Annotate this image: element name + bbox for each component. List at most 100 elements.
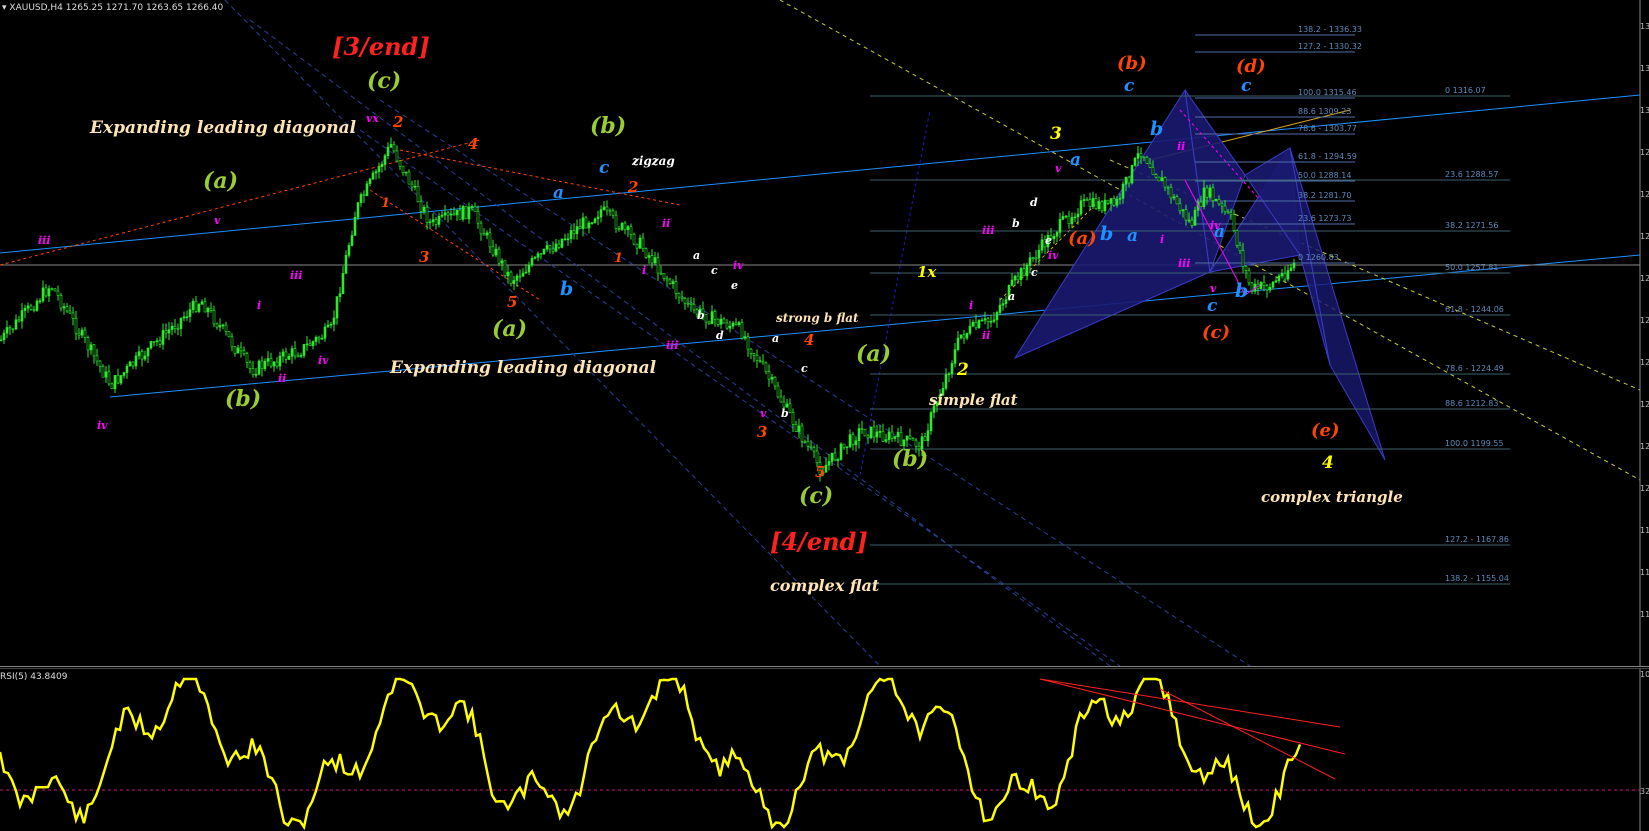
ohlc-values: 1265.25 1271.70 1263.65 1266.40 (65, 3, 224, 13)
candle-body (809, 445, 813, 448)
candle-body (1130, 165, 1134, 184)
wave-label: ii (982, 329, 991, 342)
fib-level-label: 23.6 1288.57 (1445, 170, 1499, 179)
candle-body (1247, 270, 1251, 284)
price-axis-tick: 12 (1640, 190, 1649, 199)
candle-body (1259, 282, 1263, 289)
price-axis-tick: 13 (1640, 106, 1649, 115)
candle-body (86, 337, 90, 351)
candle-body (227, 331, 231, 338)
candle-body (617, 228, 621, 231)
candle-body (596, 216, 600, 219)
wave-label: complex triangle (1261, 488, 1403, 506)
candle-body (887, 431, 891, 440)
candle-body (365, 183, 369, 196)
wave-label: [4/end] (770, 527, 868, 556)
candle-body (38, 300, 42, 303)
wave-label: b (781, 407, 789, 420)
candle-body (764, 362, 768, 372)
candle-body (677, 293, 681, 298)
wave-label: (c) (799, 483, 834, 509)
fib-level-label: 0 1260.83 (1298, 253, 1339, 262)
wave-label: iv (1048, 249, 1059, 262)
wave-label: v (1055, 162, 1062, 175)
candle-body (278, 355, 282, 367)
candle-body (332, 317, 336, 325)
candle-body (326, 324, 330, 328)
candle-body (230, 336, 234, 348)
candle-body (218, 325, 222, 328)
wave-label: ii (278, 372, 287, 385)
chart-menu-icon[interactable]: ▾ (2, 3, 7, 13)
wave-label: [3/end] (332, 32, 430, 61)
candle-body (236, 347, 240, 354)
candle-body (305, 343, 309, 346)
candle-body (338, 293, 342, 297)
candle-body (815, 450, 819, 463)
price-axis-tick: 12 (1640, 400, 1649, 409)
candle-body (239, 347, 243, 352)
wave-label: a (772, 332, 780, 345)
candle-body (758, 360, 762, 362)
candle-body (104, 371, 108, 378)
wave-label: ii (662, 217, 671, 230)
candle-body (509, 271, 513, 284)
candle-body (149, 341, 153, 349)
price-axis-tick: 11 (1640, 610, 1649, 619)
candle-body (881, 431, 885, 442)
price-axis-tick: 12 (1640, 274, 1649, 283)
candle-body (413, 185, 417, 188)
candle-body (578, 226, 582, 229)
candle-body (845, 446, 849, 449)
candle-body (1262, 282, 1266, 286)
candle-body (221, 324, 225, 327)
fib-level-label: 0 1316.07 (1445, 86, 1486, 95)
candle-body (272, 361, 276, 367)
price-chart[interactable] (0, 0, 1649, 666)
candle-body (869, 426, 873, 439)
wave-label: (b) (1117, 53, 1147, 74)
candle-body (890, 431, 894, 439)
candle-body (434, 219, 438, 225)
wave-label: c (801, 362, 808, 375)
wave-label: 2 (957, 360, 969, 380)
candle-body (506, 271, 510, 277)
candle-body (254, 373, 258, 376)
rsi-chart[interactable] (0, 669, 1649, 831)
candle-body (551, 248, 555, 252)
candle-body (164, 330, 168, 334)
wave-label: a (1214, 222, 1226, 242)
candle-body (74, 318, 78, 334)
candle-body (467, 206, 471, 220)
candle-body (284, 351, 288, 360)
candle-body (1031, 257, 1035, 259)
candle-body (1025, 265, 1029, 277)
candle-body (1193, 209, 1197, 226)
candle-body (446, 212, 450, 216)
candle-body (692, 304, 696, 311)
fib-level-label: 38.2 1281.70 (1298, 191, 1352, 200)
candle-body (1073, 216, 1077, 219)
candle-body (956, 337, 960, 350)
candle-body (233, 346, 237, 354)
wave-label: (a) (856, 341, 892, 367)
candle-body (731, 322, 735, 327)
wave-label: (e) (1311, 420, 1340, 441)
wave-label: 2 (628, 178, 639, 196)
candle-body (170, 325, 174, 330)
candle-body (251, 368, 255, 375)
candle-body (1244, 266, 1248, 271)
wave-label: i (969, 299, 974, 312)
candle-body (368, 178, 372, 185)
candle-body (179, 317, 183, 329)
candle-body (1055, 232, 1059, 237)
candle-body (629, 226, 633, 235)
candle-body (1061, 216, 1065, 220)
candle-body (137, 351, 141, 357)
candle-body (707, 321, 711, 325)
candle-body (620, 222, 624, 230)
candle-body (71, 312, 75, 319)
wave-label: b (1150, 118, 1164, 140)
candle-body (1151, 166, 1155, 175)
candle-body (452, 213, 456, 216)
